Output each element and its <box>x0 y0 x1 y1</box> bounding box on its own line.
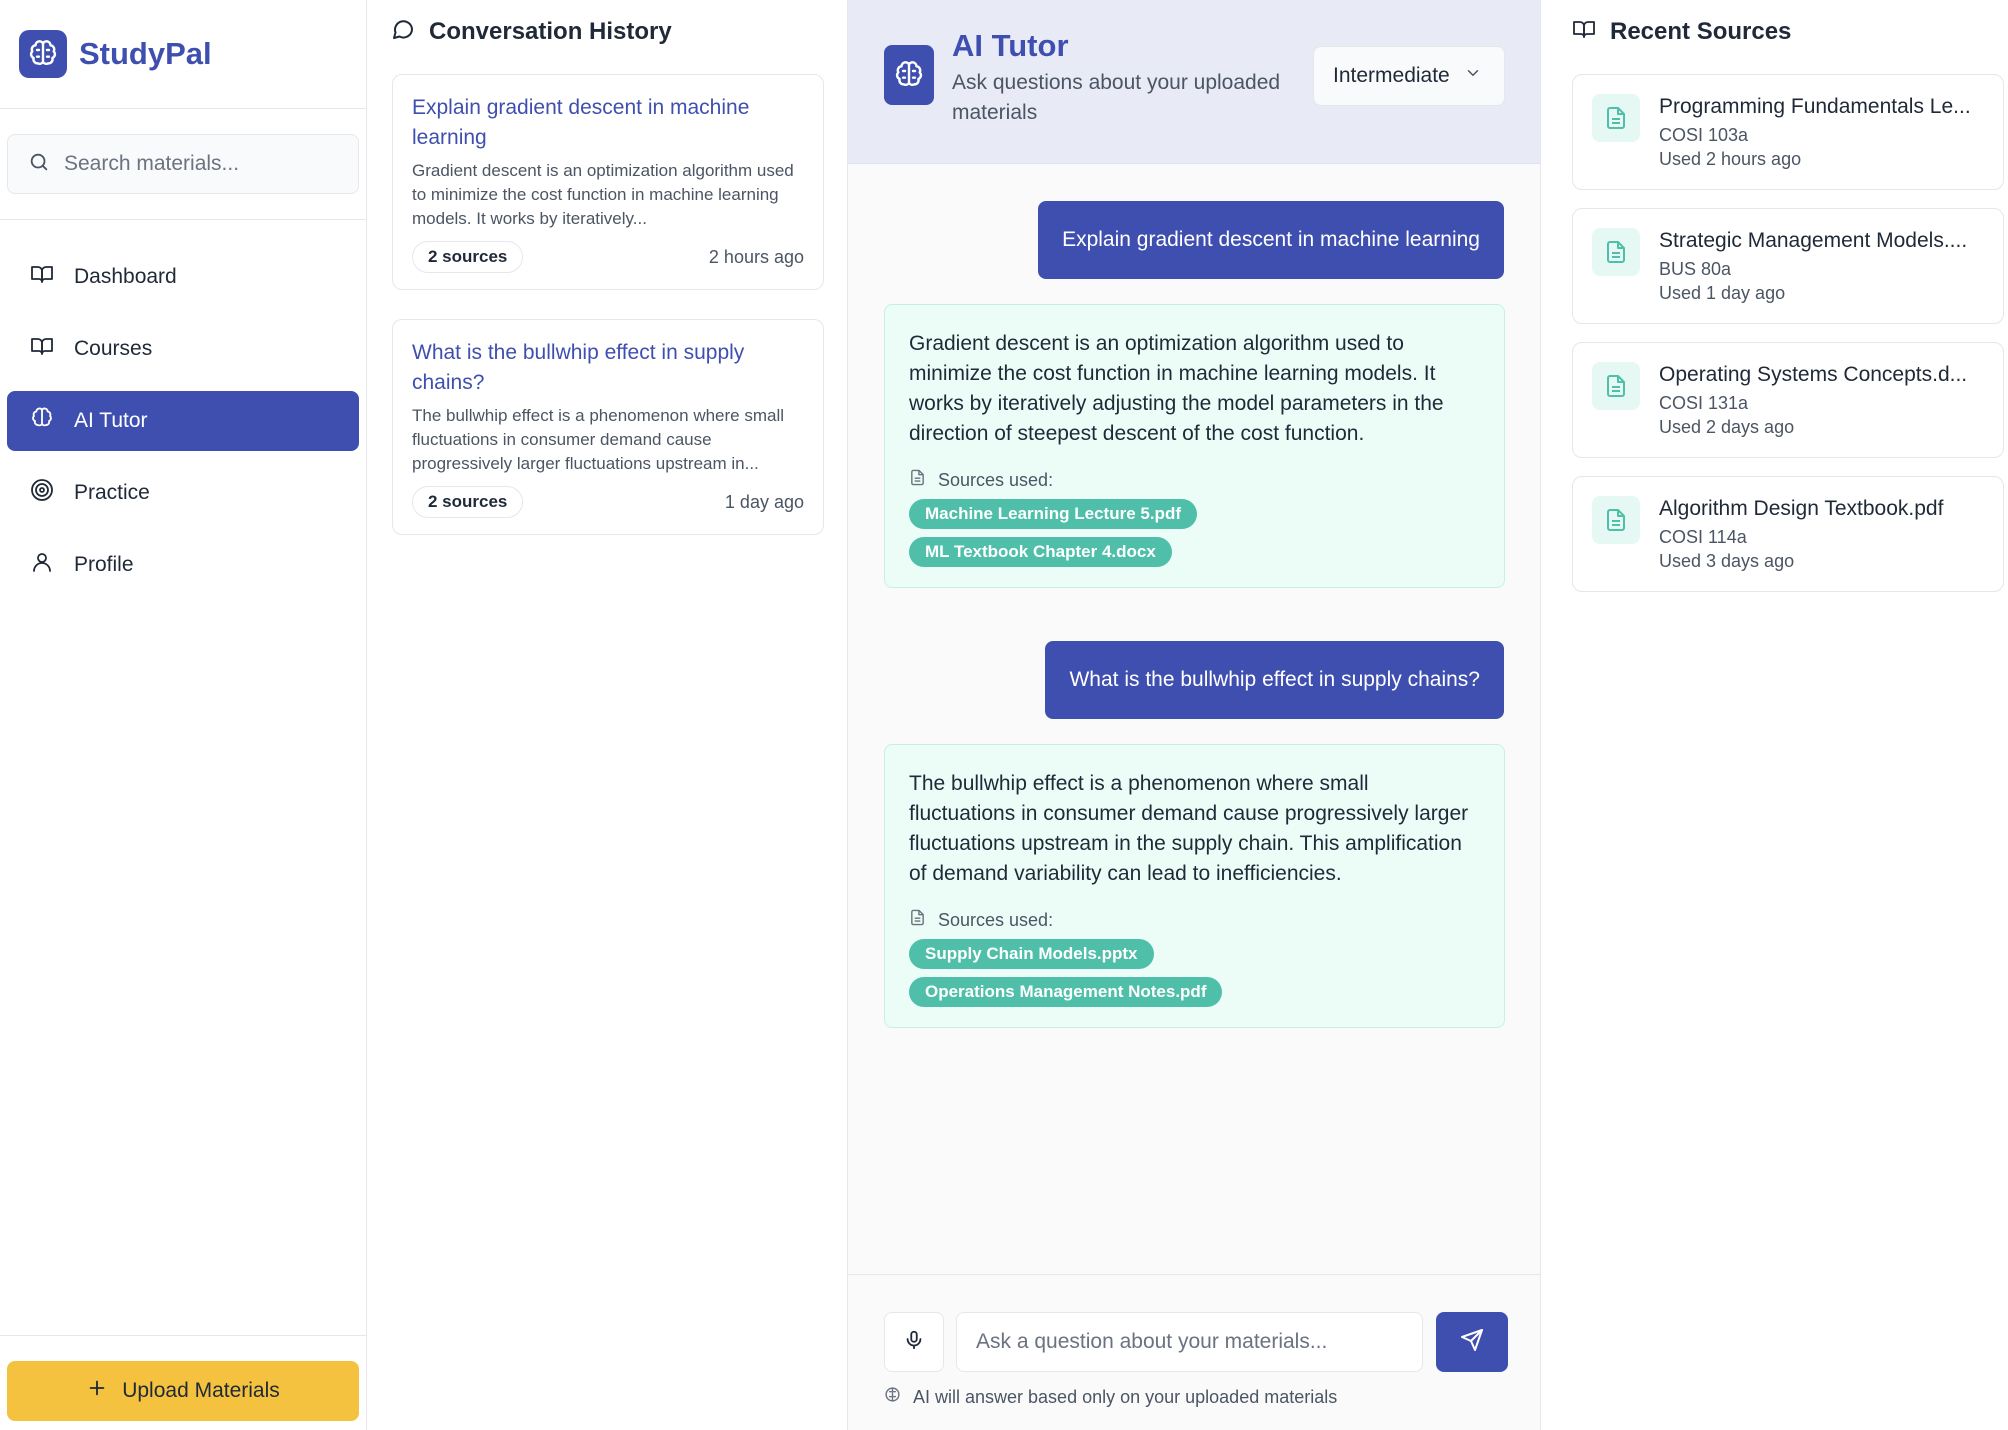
sidebar-item-label: Courses <box>74 337 153 360</box>
file-text-icon <box>1592 496 1640 544</box>
source-name: Programming Fundamentals Le... <box>1659 95 1971 118</box>
send-button[interactable] <box>1436 1312 1508 1372</box>
conversation-card[interactable]: What is the bullwhip effect in supply ch… <box>392 319 824 535</box>
source-course: BUS 80a <box>1659 259 1732 279</box>
sidebar: StudyPal Dashboard Courses AI Tuto <box>0 0 367 1430</box>
source-card[interactable]: Operating Systems Concepts.d... COSI 131… <box>1572 342 2004 458</box>
page-title: AI Tutor <box>952 28 1069 63</box>
book-open-icon <box>30 334 54 364</box>
sidebar-item-label: Profile <box>74 553 134 576</box>
conversation-title: What is the bullwhip effect in supply ch… <box>412 341 745 394</box>
history-header: Conversation History <box>367 0 847 64</box>
source-count-badge: 2 sources <box>412 486 524 518</box>
conversation-snippet: The bullwhip effect is a phenomenon wher… <box>412 406 785 473</box>
page-subtitle: Ask questions about your uploaded materi… <box>952 71 1281 124</box>
chat-header: AI Tutor Ask questions about your upload… <box>848 0 1540 164</box>
sidebar-item-courses[interactable]: Courses <box>7 319 359 379</box>
chat-panel: AI Tutor Ask questions about your upload… <box>848 0 1541 1430</box>
brain-icon <box>30 406 54 436</box>
source-used-time: Used 2 days ago <box>1659 417 1795 437</box>
recent-header: Recent Sources <box>1542 0 2008 64</box>
message-text: Gradient descent is an optimization algo… <box>909 332 1444 445</box>
source-used-time: Used 3 days ago <box>1659 551 1795 571</box>
chat-input[interactable] <box>956 1312 1423 1372</box>
chevron-down-icon <box>1464 64 1482 88</box>
source-card[interactable]: Programming Fundamentals Le... COSI 103a… <box>1572 74 2004 190</box>
conversation-card[interactable]: Explain gradient descent in machine lear… <box>392 74 824 290</box>
conversation-snippet: Gradient descent is an optimization algo… <box>412 161 794 228</box>
conversation-time: 1 day ago <box>724 491 804 512</box>
upload-label: Upload Materials <box>122 1379 280 1402</box>
file-text-icon <box>1592 94 1640 142</box>
source-name: Strategic Management Models.... <box>1659 229 1968 252</box>
sidebar-item-profile[interactable]: Profile <box>7 535 359 595</box>
message-circle-icon <box>391 17 415 48</box>
sidebar-item-label: Practice <box>74 481 150 504</box>
plus-icon <box>86 1377 108 1405</box>
search-input[interactable] <box>64 152 324 176</box>
level-value: Intermediate <box>1333 64 1450 87</box>
source-card[interactable]: Strategic Management Models.... BUS 80a … <box>1572 208 2004 324</box>
ai-message: The bullwhip effect is a phenomenon wher… <box>884 744 1505 1028</box>
sidebar-item-practice[interactable]: Practice <box>7 463 359 523</box>
source-card[interactable]: Algorithm Design Textbook.pdf COSI 114a … <box>1572 476 2004 592</box>
source-chip[interactable]: Supply Chain Models.pptx <box>909 939 1154 969</box>
message-text: Explain gradient descent in machine lear… <box>1062 228 1480 251</box>
target-icon <box>30 478 54 508</box>
recent-title: Recent Sources <box>1610 18 1792 45</box>
microphone-button[interactable] <box>884 1312 944 1372</box>
source-course: COSI 114a <box>1659 527 1747 547</box>
brand-name: StudyPal <box>79 36 212 71</box>
conversation-title: Explain gradient descent in machine lear… <box>412 96 750 149</box>
brain-icon <box>19 30 67 78</box>
message-text: The bullwhip effect is a phenomenon wher… <box>909 772 1469 885</box>
brain-icon <box>884 1386 901 1408</box>
brain-icon <box>884 45 934 105</box>
source-course: COSI 103a <box>1659 125 1749 145</box>
send-icon <box>1460 1328 1484 1357</box>
user-icon <box>30 550 54 580</box>
book-open-icon <box>1572 17 1596 48</box>
sidebar-item-dashboard[interactable]: Dashboard <box>7 247 359 307</box>
brand[interactable]: StudyPal <box>0 0 366 109</box>
file-icon <box>909 469 926 491</box>
sidebar-item-label: Dashboard <box>74 265 177 288</box>
message-text: What is the bullwhip effect in supply ch… <box>1069 668 1480 691</box>
source-used-time: Used 1 day ago <box>1659 283 1786 303</box>
source-count-badge: 2 sources <box>412 241 524 273</box>
user-message: Explain gradient descent in machine lear… <box>1038 201 1504 279</box>
user-message: What is the bullwhip effect in supply ch… <box>1045 641 1504 719</box>
composer-hint: AI will answer based only on your upload… <box>884 1386 1337 1408</box>
sources-label: Sources used: <box>909 909 1479 931</box>
sidebar-item-label: AI Tutor <box>74 409 148 432</box>
sources-label: Sources used: <box>909 469 1479 491</box>
microphone-icon <box>903 1329 925 1356</box>
source-chip[interactable]: ML Textbook Chapter 4.docx <box>909 537 1172 567</box>
source-chip[interactable]: Machine Learning Lecture 5.pdf <box>909 499 1197 529</box>
source-chip[interactable]: Operations Management Notes.pdf <box>909 977 1223 1007</box>
conversation-time: 2 hours ago <box>708 246 804 267</box>
file-icon <box>909 909 926 931</box>
upload-materials-button[interactable]: Upload Materials <box>7 1361 359 1421</box>
sidebar-nav: Dashboard Courses AI Tutor Practice Prof… <box>0 220 366 595</box>
source-course: COSI 131a <box>1659 393 1749 413</box>
file-text-icon <box>1592 228 1640 276</box>
search-icon <box>28 151 50 178</box>
ai-message: Gradient descent is an optimization algo… <box>884 304 1505 588</box>
source-used-time: Used 2 hours ago <box>1659 149 1802 169</box>
recent-sources-panel: Recent Sources Programming Fundamentals … <box>1542 0 2008 1430</box>
conversation-history-panel: Conversation History Explain gradient de… <box>367 0 848 1430</box>
source-name: Operating Systems Concepts.d... <box>1659 363 1968 386</box>
chat-composer: AI will answer based only on your upload… <box>848 1274 1540 1430</box>
sidebar-item-ai-tutor[interactable]: AI Tutor <box>7 391 359 451</box>
level-select[interactable]: Intermediate <box>1313 46 1505 106</box>
book-open-icon <box>30 262 54 292</box>
search-box[interactable] <box>7 134 359 194</box>
file-text-icon <box>1592 362 1640 410</box>
source-name: Algorithm Design Textbook.pdf <box>1659 497 1944 520</box>
history-title: Conversation History <box>429 18 672 45</box>
